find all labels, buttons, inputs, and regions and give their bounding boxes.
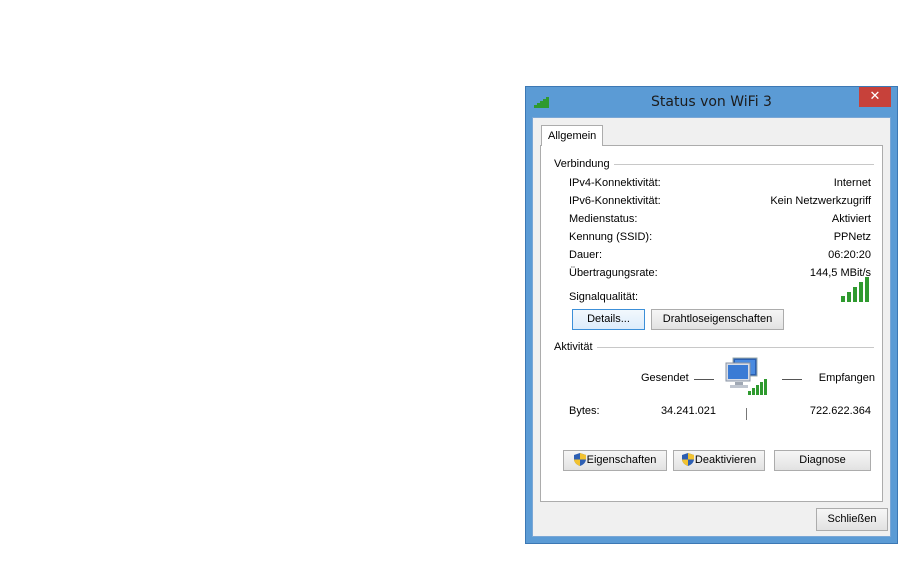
connection-group-label: Verbindung bbox=[554, 158, 614, 170]
diagnose-button[interactable]: Diagnose bbox=[774, 450, 871, 471]
bytes-sent-value: 34.241.021 bbox=[660, 405, 716, 417]
dialog-title: Status von WiFi 3 bbox=[651, 94, 772, 110]
details-button[interactable]: Details... bbox=[572, 309, 645, 330]
media-status-label: Medienstatus: bbox=[569, 213, 638, 225]
wifi-status-dialog: Status von WiFi 3 ✕ Allgemein Verbindung… bbox=[525, 86, 898, 544]
sent-line bbox=[694, 379, 714, 380]
close-button[interactable]: Schließen bbox=[816, 508, 888, 531]
received-line bbox=[782, 379, 802, 380]
title-bar[interactable]: Status von WiFi 3 ✕ bbox=[526, 87, 897, 117]
deactivate-button-label: Deaktivieren bbox=[694, 454, 757, 466]
activity-divider bbox=[746, 408, 747, 420]
ssid-label: Kennung (SSID): bbox=[569, 231, 653, 243]
activity-group-label: Aktivität bbox=[554, 341, 597, 353]
duration-label: Dauer: bbox=[569, 249, 603, 261]
received-label: Empfangen bbox=[818, 372, 875, 384]
signal-quality-label: Signalqualität: bbox=[569, 291, 639, 303]
speed-label: Übertragungsrate: bbox=[569, 267, 658, 279]
group-divider bbox=[557, 347, 874, 348]
uac-shield-icon bbox=[681, 453, 694, 473]
media-status-value: Aktiviert bbox=[831, 213, 871, 225]
bytes-label: Bytes: bbox=[569, 405, 600, 417]
ipv4-value: Internet bbox=[833, 177, 871, 189]
deactivate-button[interactable]: Deaktivieren bbox=[673, 450, 765, 471]
ipv6-value: Kein Netzwerkzugriff bbox=[770, 195, 871, 207]
ipv6-label: IPv6-Konnektivität: bbox=[569, 195, 661, 207]
close-icon[interactable]: ✕ bbox=[859, 87, 891, 107]
signal-strength-icon bbox=[841, 277, 871, 302]
sent-label: Gesendet bbox=[641, 372, 689, 384]
ipv4-label: IPv4-Konnektivität: bbox=[569, 177, 661, 189]
dialog-client-area: Allgemein Verbindung IPv4-Konnektivität:… bbox=[532, 117, 891, 537]
properties-button-label: Eigenschaften bbox=[586, 454, 657, 466]
tab-allgemein[interactable]: Allgemein bbox=[541, 125, 604, 146]
tab-panel: Verbindung IPv4-Konnektivität: Internet … bbox=[540, 145, 883, 502]
bytes-received-value: 722.622.364 bbox=[809, 405, 871, 417]
ssid-value: PPNetz bbox=[833, 231, 871, 243]
properties-button[interactable]: Eigenschaften bbox=[563, 450, 667, 471]
wireless-properties-button[interactable]: Drahtloseigenschaften bbox=[651, 309, 784, 330]
network-computers-icon bbox=[723, 355, 773, 400]
uac-shield-icon bbox=[573, 453, 586, 473]
duration-value: 06:20:20 bbox=[828, 249, 871, 261]
